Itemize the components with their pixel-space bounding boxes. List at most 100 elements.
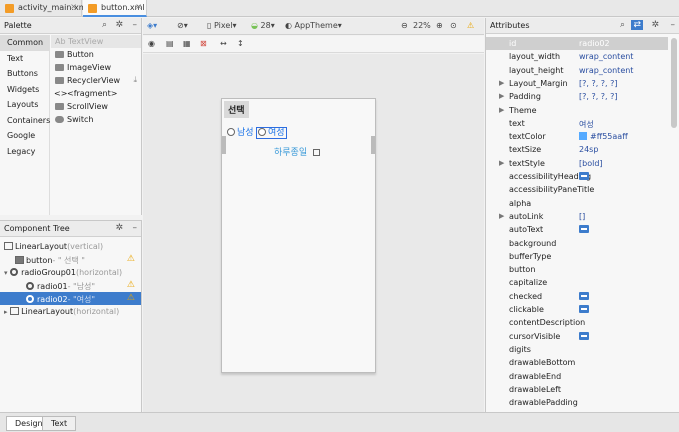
preview-radio-female[interactable]: 여성 (256, 125, 287, 139)
attribute-row[interactable]: textSize 24sp (486, 143, 668, 156)
attribute-row[interactable]: drawablePadding (486, 396, 668, 409)
device-selector[interactable]: ▯ Pixel▾ (207, 21, 236, 30)
tree-row[interactable]: LinearLayout(vertical) (0, 240, 141, 253)
category-widgets[interactable]: Widgets (0, 82, 49, 98)
close-icon[interactable]: × (135, 2, 142, 11)
attribute-value[interactable]: [] (579, 212, 585, 221)
flag-toggle-icon[interactable] (579, 172, 589, 180)
palette-item-imageview[interactable]: ImageView (51, 61, 141, 74)
attributes-scrollbar[interactable] (671, 38, 677, 128)
flag-toggle-icon[interactable] (579, 291, 589, 300)
swap-icon[interactable]: ⇄ (631, 20, 643, 30)
expand-icon[interactable]: ▶ (499, 212, 504, 220)
attribute-row[interactable]: cursorVisible (486, 330, 668, 343)
expand-icon[interactable]: ▾ (4, 269, 8, 277)
design-canvas[interactable]: 선택 남성 여성 하루종일 (143, 54, 484, 412)
palette-item-switch[interactable]: Switch (51, 113, 141, 126)
attribute-row[interactable]: button (486, 263, 668, 276)
tree-row[interactable]: ▸ LinearLayout(horizontal) (0, 305, 141, 318)
blueprint-view-icon[interactable]: ▦ (183, 39, 191, 48)
attribute-value[interactable]: 24sp (579, 145, 598, 154)
color-swatch[interactable] (579, 132, 587, 141)
attribute-row[interactable]: clickable (486, 303, 668, 316)
attribute-row[interactable]: ▶ autoLink [] (486, 210, 668, 223)
attribute-row[interactable]: bufferType (486, 250, 668, 263)
category-layouts[interactable]: Layouts (0, 97, 49, 113)
expand-icon[interactable]: ▶ (499, 159, 504, 167)
attribute-row[interactable]: layout_height wrap_content (486, 64, 668, 77)
attribute-value[interactable]: 여성 (579, 119, 594, 130)
clear-constraints-icon[interactable]: ⊠ (200, 39, 207, 48)
attribute-row[interactable]: ▶ Layout_Margin [?, ?, ?, ?] (486, 77, 668, 90)
palette-item-button[interactable]: Button (51, 48, 141, 61)
attribute-row[interactable]: contentDescription (486, 316, 668, 329)
layers-icon[interactable]: ◈▾ (147, 21, 157, 30)
device-preview[interactable]: 선택 남성 여성 하루종일 (221, 98, 376, 373)
orientation-icon[interactable]: ⊘▾ (177, 21, 188, 30)
tab-activity-main[interactable]: activity_main.xml × (0, 0, 89, 17)
attribute-row[interactable]: drawableEnd (486, 370, 668, 383)
attribute-row[interactable]: background (486, 237, 668, 250)
expand-icon[interactable]: ▶ (499, 92, 504, 100)
horizontal-resize-icon[interactable]: ↔ (220, 39, 227, 48)
attribute-value[interactable]: [?, ?, ?, ?] (579, 79, 617, 88)
expand-icon[interactable]: ▶ (499, 79, 504, 87)
category-containers[interactable]: Containers (0, 113, 50, 129)
api-selector[interactable]: ◒ 28▾ (251, 21, 275, 30)
search-icon[interactable]: ⌕ (620, 20, 625, 30)
minimize-icon[interactable]: – (671, 20, 676, 30)
tab-text[interactable]: Text (42, 416, 77, 431)
palette-item-fragment[interactable]: <> <fragment> (51, 87, 141, 100)
attribute-row[interactable]: digits (486, 343, 668, 356)
theme-selector[interactable]: ◐ AppTheme▾ (285, 21, 342, 30)
attribute-value[interactable]: wrap_content (579, 66, 633, 75)
gear-icon[interactable]: ✲ (115, 223, 123, 233)
attribute-row[interactable]: ▶ textStyle [bold] (486, 157, 668, 170)
attribute-value[interactable]: [?, ?, ?, ?] (579, 92, 617, 101)
eye-icon[interactable]: ◉ (148, 39, 155, 48)
attribute-row[interactable]: drawableLeft (486, 383, 668, 396)
palette-item-textview[interactable]: Ab TextView (51, 35, 141, 48)
preview-select-button[interactable]: 선택 (224, 101, 249, 118)
flag-toggle-icon[interactable] (579, 225, 589, 234)
tab-button-xml[interactable]: button.xml × (83, 0, 147, 17)
expand-icon[interactable]: ▶ (499, 106, 504, 114)
category-text[interactable]: Text (0, 51, 49, 67)
attribute-row[interactable]: capitalize (486, 276, 668, 289)
fit-screen-icon[interactable]: ⊙ (450, 21, 457, 30)
tree-row-selected[interactable]: radio02- "여성" ⚠ (0, 292, 141, 305)
attribute-row[interactable]: layout_width wrap_content (486, 50, 668, 63)
palette-item-scrollview[interactable]: ScrollView (51, 100, 141, 113)
attribute-row[interactable]: autoText (486, 223, 668, 236)
attribute-value[interactable]: wrap_content (579, 52, 633, 61)
download-icon[interactable]: ⤓ (133, 75, 137, 85)
minimize-icon[interactable]: – (133, 20, 138, 30)
collapse-icon[interactable]: ▸ (4, 308, 8, 316)
attribute-row[interactable]: text 여성 (486, 117, 668, 130)
category-legacy[interactable]: Legacy (0, 144, 49, 160)
close-icon[interactable]: × (70, 2, 77, 11)
tree-row[interactable]: radio01- "남성" ⚠ (0, 279, 141, 292)
warning-icon[interactable]: ⚠ (127, 254, 135, 264)
attribute-row[interactable]: textColor #ff55aaff (486, 130, 668, 143)
attribute-row[interactable]: alpha (486, 197, 668, 210)
attribute-value[interactable]: #ff55aaff (579, 132, 628, 141)
attribute-row[interactable]: accessibilityPaneTitle (486, 183, 668, 196)
attribute-value[interactable]: [bold] (579, 159, 603, 168)
minimize-icon[interactable]: – (133, 223, 138, 233)
category-google[interactable]: Google (0, 128, 49, 144)
tree-row[interactable]: button- " 선택 " ⚠ (0, 253, 141, 266)
attribute-row[interactable]: id radio02 (486, 37, 668, 51)
gear-icon[interactable]: ✲ (115, 20, 123, 30)
attribute-row[interactable]: ▶ Padding [?, ?, ?, ?] (486, 90, 668, 103)
category-buttons[interactable]: Buttons (0, 66, 49, 82)
design-view-icon[interactable]: ▤ (166, 39, 174, 48)
flag-toggle-icon[interactable] (579, 331, 589, 340)
warning-icon[interactable]: ⚠ (467, 21, 474, 30)
flag-toggle-icon[interactable] (579, 305, 589, 313)
search-icon[interactable]: ⌕ (102, 20, 107, 30)
vertical-resize-icon[interactable]: ↕ (237, 39, 244, 48)
gear-icon[interactable]: ✲ (651, 20, 659, 30)
palette-item-recyclerview[interactable]: RecyclerView ⤓ (51, 74, 141, 87)
attribute-row[interactable]: accessibilityHeading (486, 170, 668, 183)
